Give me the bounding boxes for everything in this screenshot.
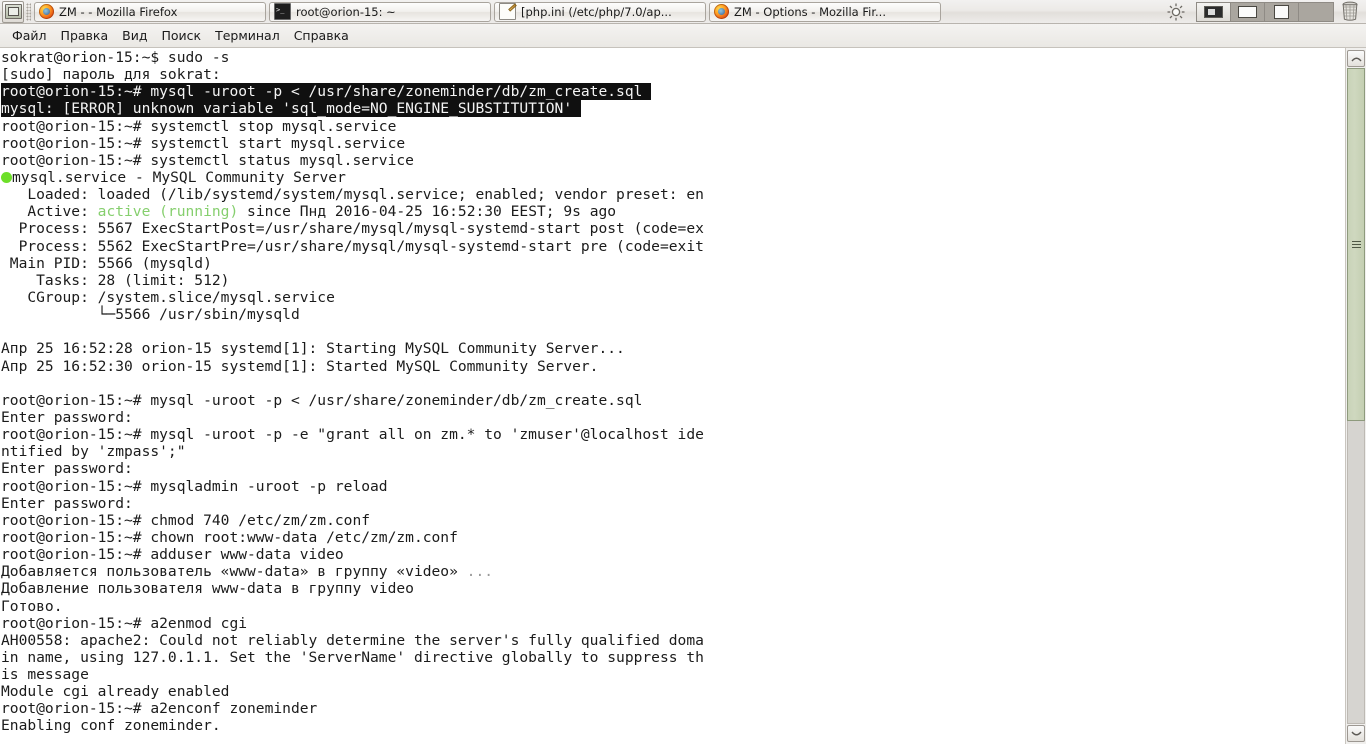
show-desktop-button[interactable] [2, 0, 24, 23]
terminal-line: root@orion-15:~# mysqladmin -uroot -p re… [1, 477, 388, 495]
terminal-line: root@orion-15:~# adduser www-data video [1, 546, 344, 564]
terminal-line: root@orion-15:~# systemctl status mysql.… [1, 151, 414, 169]
terminal-line: ntified by 'zmpass';" [1, 443, 186, 461]
terminal-menubar: Файл Правка Вид Поиск Терминал Справка [0, 24, 1366, 48]
workspace-4[interactable] [1299, 3, 1333, 21]
firefox-icon [714, 4, 729, 19]
sun-icon [1167, 3, 1185, 20]
terminal-selection: mysql: [ERROR] unknown variable 'sql_mod… [1, 100, 581, 118]
terminal-line: root@orion-15:~# systemctl start mysql.s… [1, 134, 406, 152]
workspace-3[interactable] [1265, 2, 1299, 21]
terminal-line: root@orion-15:~# a2enconf zoneminder [1, 700, 318, 718]
service-status-dot-icon [1, 171, 12, 183]
taskbar-item-firefox-zm-options[interactable]: ZM - Options - Mozilla Fir... [709, 1, 941, 22]
terminal-line: root@orion-15:~# systemctl stop mysql.se… [1, 117, 397, 135]
menu-view[interactable]: Вид [115, 26, 154, 45]
brightness-tray-button[interactable] [1162, 1, 1190, 23]
terminal-line: root@orion-15:~# mysql -uroot -p < /usr/… [1, 391, 643, 409]
terminal-line: CGroup: /system.slice/mysql.service [1, 288, 335, 306]
terminal-line: Enabling conf zoneminder. [1, 717, 221, 735]
menu-edit[interactable]: Правка [54, 26, 116, 45]
terminal-window: sokrat@orion-15:~$ sudo -s [sudo] пароль … [0, 48, 1366, 744]
taskbar: ZM - - Mozilla Firefox root@orion-15: ~ … [0, 0, 1366, 24]
taskbar-item-terminal[interactable]: root@orion-15: ~ [269, 1, 491, 22]
terminal-scrollbar[interactable] [1345, 48, 1366, 744]
window-list: ZM - - Mozilla Firefox root@orion-15: ~ … [34, 1, 944, 22]
trash-icon [1342, 1, 1358, 21]
taskbar-item-label: ZM - Options - Mozilla Fir... [734, 4, 886, 19]
taskbar-item-label: root@orion-15: ~ [296, 4, 396, 19]
menu-help[interactable]: Справка [287, 26, 356, 45]
terminal-line: [sudo] пароль для sokrat: [1, 66, 221, 84]
terminal-line: is message [1, 666, 89, 684]
terminal-line: root@orion-15:~# chmod 740 /etc/zm/zm.co… [1, 511, 371, 529]
scrollbar-thumb[interactable] [1347, 68, 1365, 421]
terminal-line: Enter password: [1, 408, 133, 426]
menu-search[interactable]: Поиск [154, 26, 208, 45]
menu-file[interactable]: Файл [5, 26, 54, 45]
terminal-line: Enter password: [1, 494, 133, 512]
terminal-output[interactable]: sokrat@orion-15:~$ sudo -s [sudo] пароль … [0, 48, 1345, 744]
terminal-line: Готово. [1, 597, 63, 615]
terminal-line: Module cgi already enabled [1, 683, 230, 701]
terminal-line: Loaded: loaded (/lib/systemd/system/mysq… [1, 186, 704, 204]
scrollbar-grip-icon [1352, 240, 1361, 249]
terminal-line: └─5566 /usr/sbin/mysqld [1, 306, 300, 324]
workspace-preview-icon [1204, 5, 1223, 18]
terminal-line: Tasks: 28 (limit: 512) [1, 271, 230, 289]
terminal-line: Active: active (running) since Пнд 2016-… [1, 203, 617, 221]
terminal-selection: root@orion-15:~# mysql -uroot -p < /usr/… [1, 83, 652, 101]
terminal-line: Process: 5567 ExecStartPost=/usr/share/m… [1, 220, 704, 238]
terminal-line: Process: 5562 ExecStartPre=/usr/share/my… [1, 237, 704, 255]
terminal-icon [274, 3, 291, 20]
taskbar-item-label: ZM - - Mozilla Firefox [59, 4, 178, 19]
terminal-line: mysql.service - MySQL Community Server [1, 169, 1345, 186]
terminal-line: in name, using 127.0.1.1. Set the 'Serve… [1, 648, 704, 666]
taskbar-item-php-ini[interactable]: [php.ini (/etc/php/7.0/ap... [494, 1, 706, 22]
workspace-2[interactable] [1231, 2, 1265, 21]
terminal-line: sokrat@orion-15:~$ sudo -s [1, 49, 230, 66]
terminal-line: root@orion-15:~# chown root:www-data /et… [1, 528, 458, 546]
firefox-icon [39, 4, 54, 19]
terminal-line: Апр 25 16:52:30 orion-15 systemd[1]: Sta… [1, 357, 599, 375]
terminal-line: Добавление пользователя www-data в групп… [1, 580, 414, 598]
terminal-line: AH00558: apache2: Could not reliably det… [1, 631, 704, 649]
terminal-line: Main PID: 5566 (mysqld) [1, 254, 212, 272]
terminal-line: root@orion-15:~# a2enmod cgi [1, 614, 248, 632]
workspace-pager[interactable] [1196, 1, 1334, 22]
scroll-up-icon [1351, 57, 1362, 62]
workspace-preview-icon [1238, 5, 1257, 18]
terminal-line: Добавляется пользователь «www-data» в гр… [1, 563, 494, 581]
scroll-down-button[interactable] [1347, 725, 1365, 742]
workspace-preview-icon [1274, 4, 1289, 19]
trash-button[interactable] [1340, 1, 1362, 23]
menu-terminal[interactable]: Терминал [208, 26, 287, 45]
trailing-ellipsis: ... [466, 563, 494, 581]
terminal-line: root@orion-15:~# mysql -uroot -p < /usr/… [1, 83, 1345, 101]
scroll-up-button[interactable] [1347, 50, 1365, 67]
text-editor-icon [499, 3, 516, 20]
show-desktop-icon [4, 4, 22, 19]
taskbar-drag-handle[interactable] [26, 2, 31, 21]
terminal-line: mysql: [ERROR] unknown variable 'sql_mod… [1, 100, 1345, 118]
workspace-1[interactable] [1197, 2, 1231, 21]
taskbar-item-firefox-zm[interactable]: ZM - - Mozilla Firefox [34, 1, 266, 22]
taskbar-item-label: [php.ini (/etc/php/7.0/ap... [521, 4, 672, 19]
service-active-state: active (running) [97, 203, 239, 221]
terminal-line: Апр 25 16:52:28 orion-15 systemd[1]: Sta… [1, 340, 625, 358]
scroll-down-icon [1351, 731, 1362, 736]
terminal-line: Enter password: [1, 460, 133, 478]
terminal-line: root@orion-15:~# mysql -uroot -p -e "gra… [1, 426, 704, 444]
